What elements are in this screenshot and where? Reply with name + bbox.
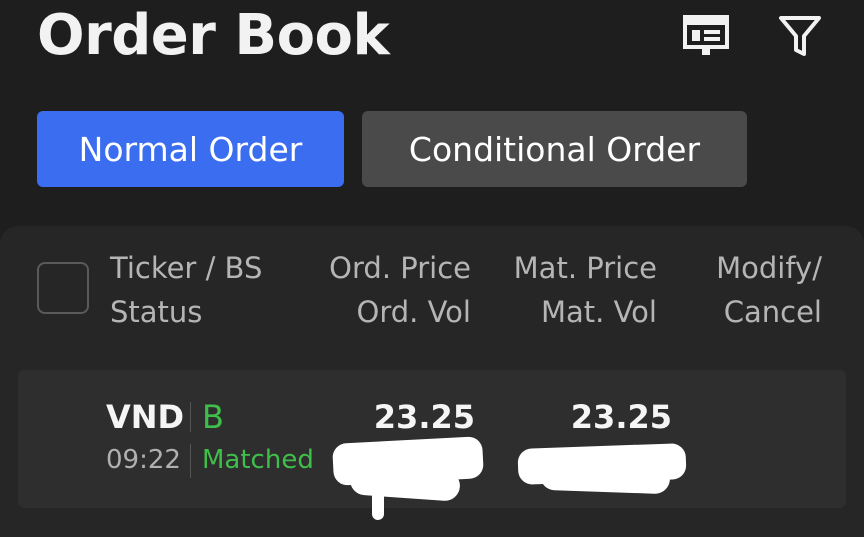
column-header-ord-vol: Ord. Vol	[356, 295, 471, 329]
order-status: Matched	[202, 445, 314, 475]
column-header-mat-price: Mat. Price	[513, 251, 657, 285]
layout-icon-glyph	[683, 15, 729, 55]
column-header-status: Status	[110, 295, 203, 329]
column-header-order: Ord. Price Ord. Vol	[329, 246, 471, 334]
divider	[190, 402, 191, 432]
order-ticker: VND	[106, 398, 185, 436]
filter-icon-glyph	[779, 16, 821, 56]
redaction-scribble	[539, 459, 671, 495]
order-time: 09:22	[106, 445, 181, 475]
matched-price: 23.25	[570, 398, 672, 436]
header: Order Book Normal Order Conditional Orde…	[0, 0, 864, 208]
order-side: B	[202, 398, 224, 436]
filter-icon[interactable]	[774, 10, 826, 62]
column-header-matched: Mat. Price Mat. Vol	[514, 246, 657, 334]
column-header-action: Modify/ Cancel	[716, 246, 822, 334]
divider	[190, 444, 191, 478]
tab-normal-order[interactable]: Normal Order	[37, 111, 344, 187]
column-header-ticker: Ticker / BS Status	[110, 246, 262, 334]
order-price: 23.25	[373, 398, 475, 436]
column-header-ticker-bs: Ticker / BS	[110, 251, 263, 285]
column-header-ord-price: Ord. Price	[329, 251, 471, 285]
select-all-checkbox[interactable]	[37, 262, 89, 314]
tab-conditional-order[interactable]: Conditional Order	[362, 111, 747, 187]
redaction-scribble	[372, 490, 384, 520]
layout-icon[interactable]	[680, 10, 732, 62]
column-header-modify: Modify/	[716, 251, 822, 285]
page-title: Order Book	[37, 3, 390, 68]
column-header-cancel: Cancel	[723, 295, 822, 329]
column-header-mat-vol: Mat. Vol	[541, 295, 657, 329]
order-book-screen: Order Book Normal Order Conditional Orde…	[0, 0, 864, 537]
